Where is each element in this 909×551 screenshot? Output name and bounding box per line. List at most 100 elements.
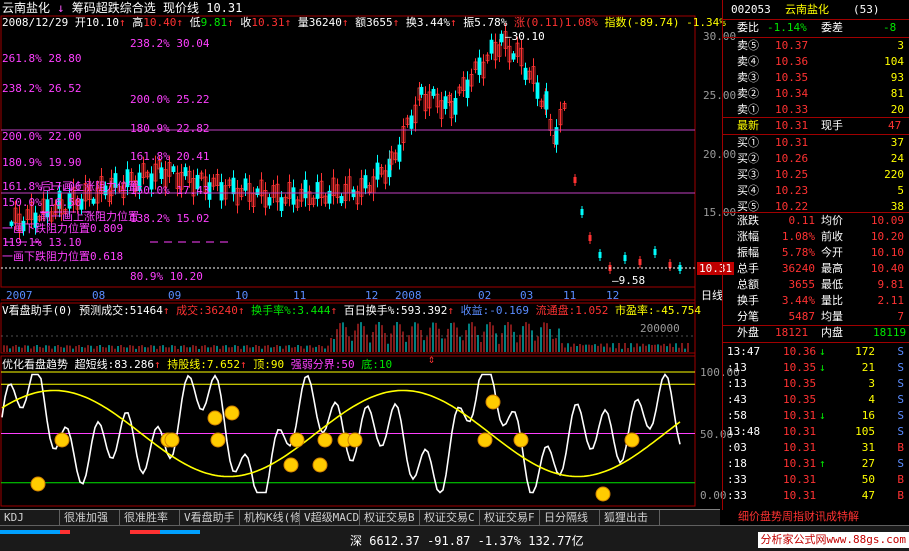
stat-value: 1.08% bbox=[781, 230, 815, 243]
ask-price: 10.36 bbox=[775, 55, 809, 68]
ask-label: 卖② bbox=[737, 87, 759, 100]
tab-v-macd[interactable]: V超级MACD bbox=[300, 510, 360, 525]
turnover-value: 3.44% bbox=[416, 16, 450, 29]
up-arrow-icon: ↑ bbox=[227, 16, 234, 29]
tick-vol: 31 bbox=[861, 441, 875, 454]
rp-tab-explain[interactable]: 解 bbox=[848, 510, 859, 523]
tab-qz-f[interactable]: 权证交易F bbox=[480, 510, 540, 525]
osc-indicator-title[interactable]: 优化看盘趋势 bbox=[2, 358, 68, 371]
stat-label: 总额 bbox=[737, 278, 759, 291]
rp-outer-value: 18121 bbox=[775, 326, 809, 339]
stat-value: 36240 bbox=[781, 262, 815, 275]
date-axis-label: 09 bbox=[168, 289, 182, 302]
status-indicator bbox=[160, 530, 200, 534]
bid-price: 10.23 bbox=[775, 184, 809, 197]
float-value: 1.052 bbox=[575, 304, 609, 317]
tab-kdj[interactable]: KDJ bbox=[0, 510, 60, 525]
tab-qz-c[interactable]: 权证交易C bbox=[420, 510, 480, 525]
rp-tab-finance[interactable]: 财 bbox=[804, 510, 815, 523]
volume-title-bar: V看盘助手(0) 预测成交:51464↑ 成交:36240↑ 换手率%:3.44… bbox=[2, 304, 701, 317]
tick-vol: 50 bbox=[861, 473, 875, 486]
vol-indicator-title[interactable]: V看盘助手(0) bbox=[2, 304, 73, 317]
tick-time: 13:48 bbox=[727, 425, 761, 438]
rp-last-row: 最新 10.31 现手 47 bbox=[723, 118, 909, 134]
rp-tab-week[interactable]: 周 bbox=[782, 510, 793, 523]
tick-dir-icon: ↓ bbox=[819, 345, 826, 358]
date-axis-label: 02 bbox=[478, 289, 492, 302]
resize-handle-icon[interactable]: ⇕ bbox=[428, 352, 435, 366]
rp-last-value: 10.31 bbox=[775, 119, 809, 132]
tick-price: 10.31 bbox=[783, 425, 817, 438]
tick-row: 13:48 10.31 105 S bbox=[723, 424, 909, 440]
chart-area[interactable]: 云南盐化 ↓ 筹码超跌综合选 现价线 10.31 2008/12/29 开10.… bbox=[0, 0, 740, 510]
rp-tab-special[interactable]: 特 bbox=[837, 510, 848, 523]
rp-tab-detail[interactable]: 细 bbox=[738, 510, 749, 523]
low-value: 9.81 bbox=[200, 16, 228, 29]
indicator-name[interactable]: 筹码超跌综合选 bbox=[72, 1, 156, 15]
candle-body bbox=[279, 197, 284, 211]
rp-tab-price[interactable]: 价 bbox=[749, 510, 760, 523]
index-ticker[interactable]: 深 6612.37 -91.87 -1.37% 132.77亿 bbox=[350, 532, 584, 549]
bid-row[interactable]: 买② 10.26 24 bbox=[723, 151, 909, 167]
tick-time: :18 bbox=[727, 457, 747, 470]
ask-row[interactable]: 卖① 10.33 20 bbox=[723, 102, 909, 118]
indicator-tab-bar: KDJ 很准加强 很准胜率 V看盘助手 机构K线(修 V超级MACD 权证交易B… bbox=[0, 509, 720, 525]
candle-body bbox=[588, 235, 592, 241]
tab-rfgx[interactable]: 日分隔线 bbox=[540, 510, 600, 525]
fib-label: 119.1% 13.10 bbox=[2, 236, 82, 249]
period-selector[interactable]: 日线 bbox=[701, 289, 723, 302]
ask-price: 10.33 bbox=[775, 103, 809, 116]
down-arrow-icon: ↓ bbox=[57, 1, 65, 15]
stat-label: 均量 bbox=[821, 310, 843, 323]
rp-tab-trend[interactable]: 势 bbox=[771, 510, 782, 523]
change-value: (0.11) bbox=[524, 16, 565, 29]
rp-tab-constituents[interactable]: 成 bbox=[826, 510, 837, 523]
high-value: 10.40 bbox=[143, 16, 177, 29]
bid-vol: 5 bbox=[897, 184, 904, 197]
tick-price: 10.35 bbox=[783, 393, 817, 406]
index-pct: -1.34% bbox=[686, 16, 726, 29]
rp-tab-index[interactable]: 指 bbox=[793, 510, 804, 523]
date-axis-label: 2007 bbox=[6, 289, 33, 302]
candle-body bbox=[255, 188, 260, 195]
stat-row: 振幅 5.78% 今开 10.10 bbox=[723, 245, 909, 261]
tab-hlcj[interactable]: 狐狸出击 bbox=[600, 510, 660, 525]
stock-name[interactable]: 云南盐化 bbox=[2, 1, 50, 15]
stat-value: 9.81 bbox=[877, 278, 905, 291]
bid-row[interactable]: 买③ 10.25 220 bbox=[723, 167, 909, 183]
open-label: 开 bbox=[74, 16, 86, 29]
candle-body bbox=[573, 177, 577, 183]
bottom-value: 10 bbox=[378, 358, 393, 371]
tick-row: :13 10.35 ↓ 21 S bbox=[723, 360, 909, 376]
ask-row[interactable]: 卖⑤ 10.37 3 bbox=[723, 38, 909, 54]
stat-label: 量比 bbox=[821, 294, 843, 307]
amplitude-value: 5.78% bbox=[474, 16, 508, 29]
tick-row: :43 10.35 4 S bbox=[723, 392, 909, 408]
tab-hz-sl[interactable]: 很准胜率 bbox=[120, 510, 180, 525]
rp-tab-news[interactable]: 讯 bbox=[815, 510, 826, 523]
bid-row[interactable]: 买④ 10.23 5 bbox=[723, 183, 909, 199]
tab-jg-kline[interactable]: 机构K线(修 bbox=[240, 510, 300, 525]
tab-hz-jq[interactable]: 很准加强 bbox=[60, 510, 120, 525]
fib-label: 200.0% 22.00 bbox=[2, 130, 82, 143]
tick-vol: 105 bbox=[855, 425, 875, 438]
ask-row[interactable]: 卖④ 10.36 104 bbox=[723, 54, 909, 70]
tab-qz-b[interactable]: 权证交易B bbox=[360, 510, 420, 525]
ask-price: 10.34 bbox=[775, 87, 809, 100]
rp-inner-value: 18119 bbox=[873, 326, 907, 339]
bid-row[interactable]: 买① 10.31 37 bbox=[723, 135, 909, 151]
rp-bottom-tabs: 细价盘势周指财讯成特解 bbox=[738, 509, 859, 525]
rp-last-label: 最新 bbox=[737, 119, 759, 132]
site-watermark: 分析家公式网www.88gs.com bbox=[757, 532, 909, 548]
ticker-market: 深 bbox=[350, 534, 363, 548]
rp-tab-board[interactable]: 盘 bbox=[760, 510, 771, 523]
date-axis-label: 11 bbox=[293, 289, 307, 302]
top-value: 90 bbox=[270, 358, 285, 371]
ask-row[interactable]: 卖③ 10.35 93 bbox=[723, 70, 909, 86]
ask-row[interactable]: 卖② 10.34 81 bbox=[723, 86, 909, 102]
tab-v-kpzs[interactable]: V看盘助手 bbox=[180, 510, 240, 525]
super-value: 83.286 bbox=[114, 358, 154, 371]
smiley-icon bbox=[347, 432, 363, 448]
candle-body bbox=[315, 182, 320, 199]
tick-price: 10.31 bbox=[783, 489, 817, 502]
